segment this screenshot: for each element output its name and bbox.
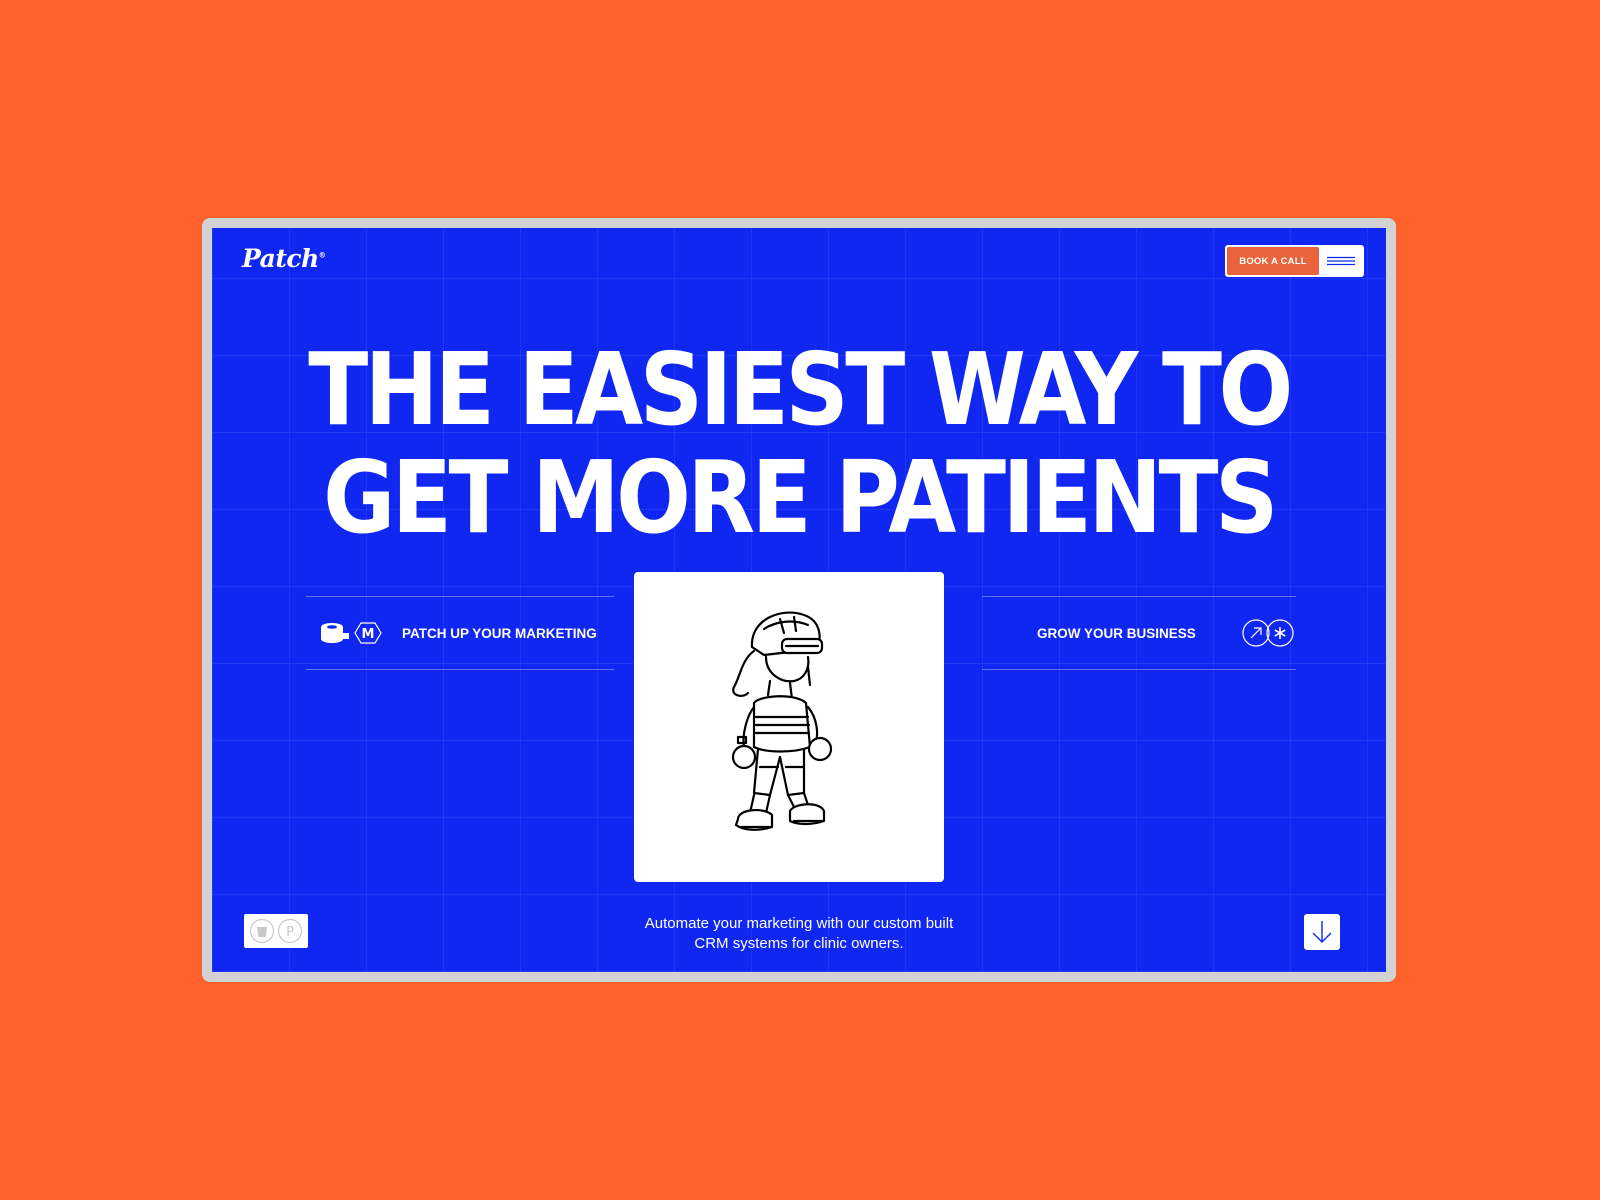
scroll-down-button[interactable] (1304, 914, 1340, 950)
logo-text: Patch (242, 244, 319, 273)
hero-headline: THE EASIEST WAY TO GET MORE PATIENTS (282, 336, 1315, 552)
browser-frame: Patch® BOOK A CALL THE EASIEST WAY TO GE… (202, 218, 1396, 982)
hero-tagline: Automate your marketing with our custom … (212, 914, 1386, 954)
feature-left-icons: M (320, 621, 382, 645)
tape-roll-icon (321, 623, 349, 643)
menu-button[interactable] (1319, 247, 1362, 275)
registered-mark: ® (318, 250, 326, 260)
feature-right-label: GROW YOUR BUSINESS (1037, 625, 1196, 641)
hero-screen: Patch® BOOK A CALL THE EASIEST WAY TO GE… (212, 228, 1386, 972)
header-actions: BOOK A CALL (1225, 245, 1364, 277)
character-illustration (634, 572, 944, 882)
asterisk-icon (1266, 619, 1294, 647)
headline-line-2: GET MORE PATIENTS (323, 439, 1278, 556)
headline-line-1: THE EASIEST WAY TO (308, 331, 1293, 448)
feature-left-label: PATCH UP YOUR MARKETING (402, 625, 597, 641)
feature-patch-marketing: M PATCH UP YOUR MARKETING (306, 596, 614, 670)
walking-character-drawing (731, 611, 833, 831)
feature-grow-business: GROW YOUR BUSINESS (982, 596, 1296, 670)
feature-right-icons (1242, 618, 1294, 648)
tagline-line-2: CRM systems for clinic owners. (694, 935, 904, 952)
hamburger-menu-icon (1326, 256, 1355, 266)
tagline-line-1: Automate your marketing with our custom … (644, 915, 954, 932)
m-hexagon-icon: M (354, 622, 382, 644)
logo[interactable]: Patch® (242, 244, 326, 273)
arrow-down-icon (1312, 921, 1332, 943)
book-a-call-button[interactable]: BOOK A CALL (1227, 247, 1319, 275)
svg-text:M: M (362, 627, 375, 642)
